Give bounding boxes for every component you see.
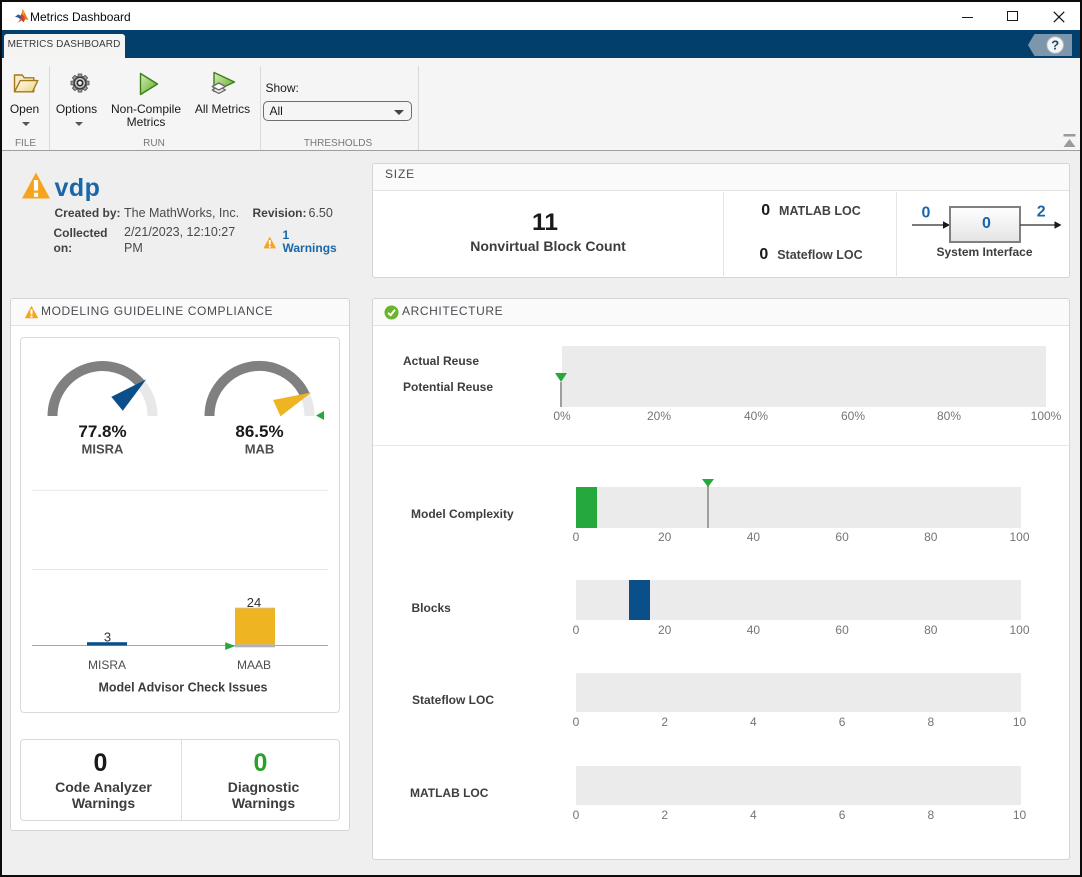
svg-text:77.8%: 77.8% (78, 422, 126, 441)
svg-text:MISRA: MISRA (82, 442, 125, 457)
svg-text:MAB: MAB (245, 442, 275, 457)
svg-text:MISRA: MISRA (88, 658, 126, 672)
svg-text:MAAB: MAAB (237, 658, 271, 672)
svg-text:Model Advisor Check Issues: Model Advisor Check Issues (98, 681, 267, 695)
svg-text:0: 0 (982, 215, 991, 232)
svg-text:?: ? (1051, 37, 1059, 52)
svg-text:24: 24 (247, 595, 261, 610)
svg-text:2: 2 (1037, 204, 1046, 221)
svg-text:86.5%: 86.5% (235, 422, 283, 441)
svg-text:3: 3 (104, 630, 111, 645)
svg-text:0: 0 (922, 205, 931, 222)
